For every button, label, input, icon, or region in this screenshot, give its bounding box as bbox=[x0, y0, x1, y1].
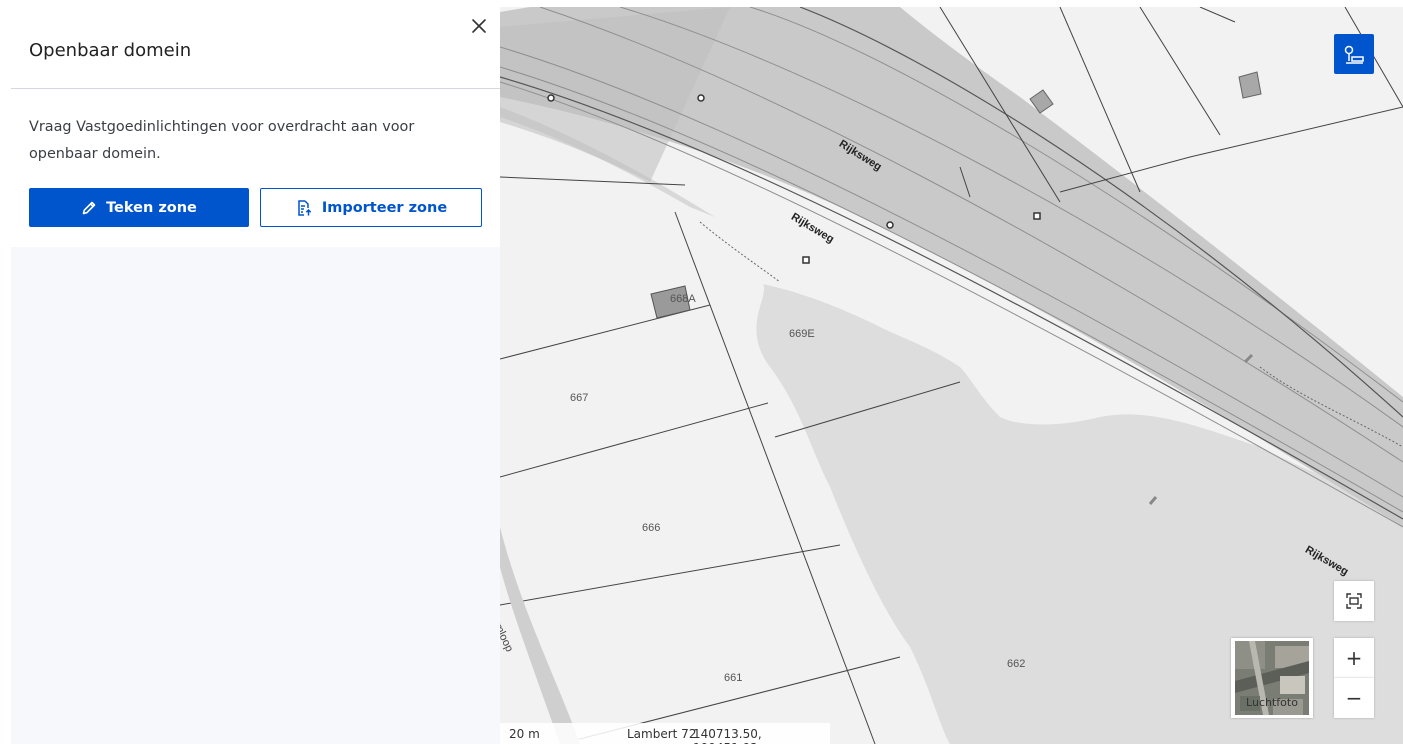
building-b bbox=[1238, 71, 1262, 99]
zoom-in-button[interactable]: + bbox=[1334, 638, 1374, 678]
parcel-label-666: 666 bbox=[642, 522, 661, 534]
import-zone-button[interactable]: Importeer zone bbox=[260, 188, 482, 227]
legend-icon bbox=[1344, 45, 1364, 64]
file-import-icon bbox=[298, 199, 312, 216]
draw-zone-label: Teken zone bbox=[106, 199, 197, 216]
coordinate-readout: 140713.50, 199451.92 bbox=[693, 727, 762, 744]
fit-extent-icon bbox=[1346, 593, 1362, 609]
parcel-label-669E: 669E bbox=[789, 328, 815, 340]
projection-label: Lambert 72 bbox=[627, 727, 697, 741]
legend-button[interactable] bbox=[1334, 34, 1374, 74]
draw-zone-button[interactable]: Teken zone bbox=[29, 188, 249, 227]
plus-icon: + bbox=[1345, 646, 1363, 670]
pencil-icon bbox=[82, 201, 96, 214]
close-button[interactable] bbox=[466, 13, 492, 39]
basemap-label: Luchtfoto bbox=[1246, 696, 1298, 709]
side-panel: Openbaar domein Vraag Vastgoedinlichting… bbox=[11, 7, 500, 744]
panel-description: Vraag Vastgoedinlichtingen voor overdrac… bbox=[29, 119, 415, 162]
parcel-label-662: 662 bbox=[1007, 658, 1026, 670]
import-zone-label: Importeer zone bbox=[321, 199, 448, 216]
scale-bar: 20 m Lambert 72 140713.50, 199451.92 bbox=[500, 723, 830, 744]
fit-extent-button[interactable] bbox=[1334, 581, 1374, 621]
zoom-out-button[interactable]: − bbox=[1334, 678, 1374, 718]
minus-icon: − bbox=[1345, 686, 1363, 710]
map-view[interactable]: Rijksweg Rijksweg Rijksweg damloop 668A … bbox=[500, 7, 1403, 744]
parcel-label-661: 661 bbox=[724, 672, 743, 684]
close-icon bbox=[472, 19, 486, 33]
map-layer[interactable] bbox=[500, 7, 1403, 744]
parcel-label-668A: 668A bbox=[670, 293, 696, 305]
panel-header: Openbaar domein bbox=[11, 7, 500, 89]
scale-label: 20 m bbox=[509, 727, 540, 741]
parcel-label-667: 667 bbox=[570, 392, 589, 404]
basemap-toggle[interactable]: Luchtfoto bbox=[1231, 638, 1313, 718]
panel-card: Openbaar domein Vraag Vastgoedinlichting… bbox=[11, 7, 500, 247]
panel-title: Openbaar domein bbox=[29, 40, 192, 61]
app: Openbaar domein Vraag Vastgoedinlichting… bbox=[11, 7, 1403, 744]
